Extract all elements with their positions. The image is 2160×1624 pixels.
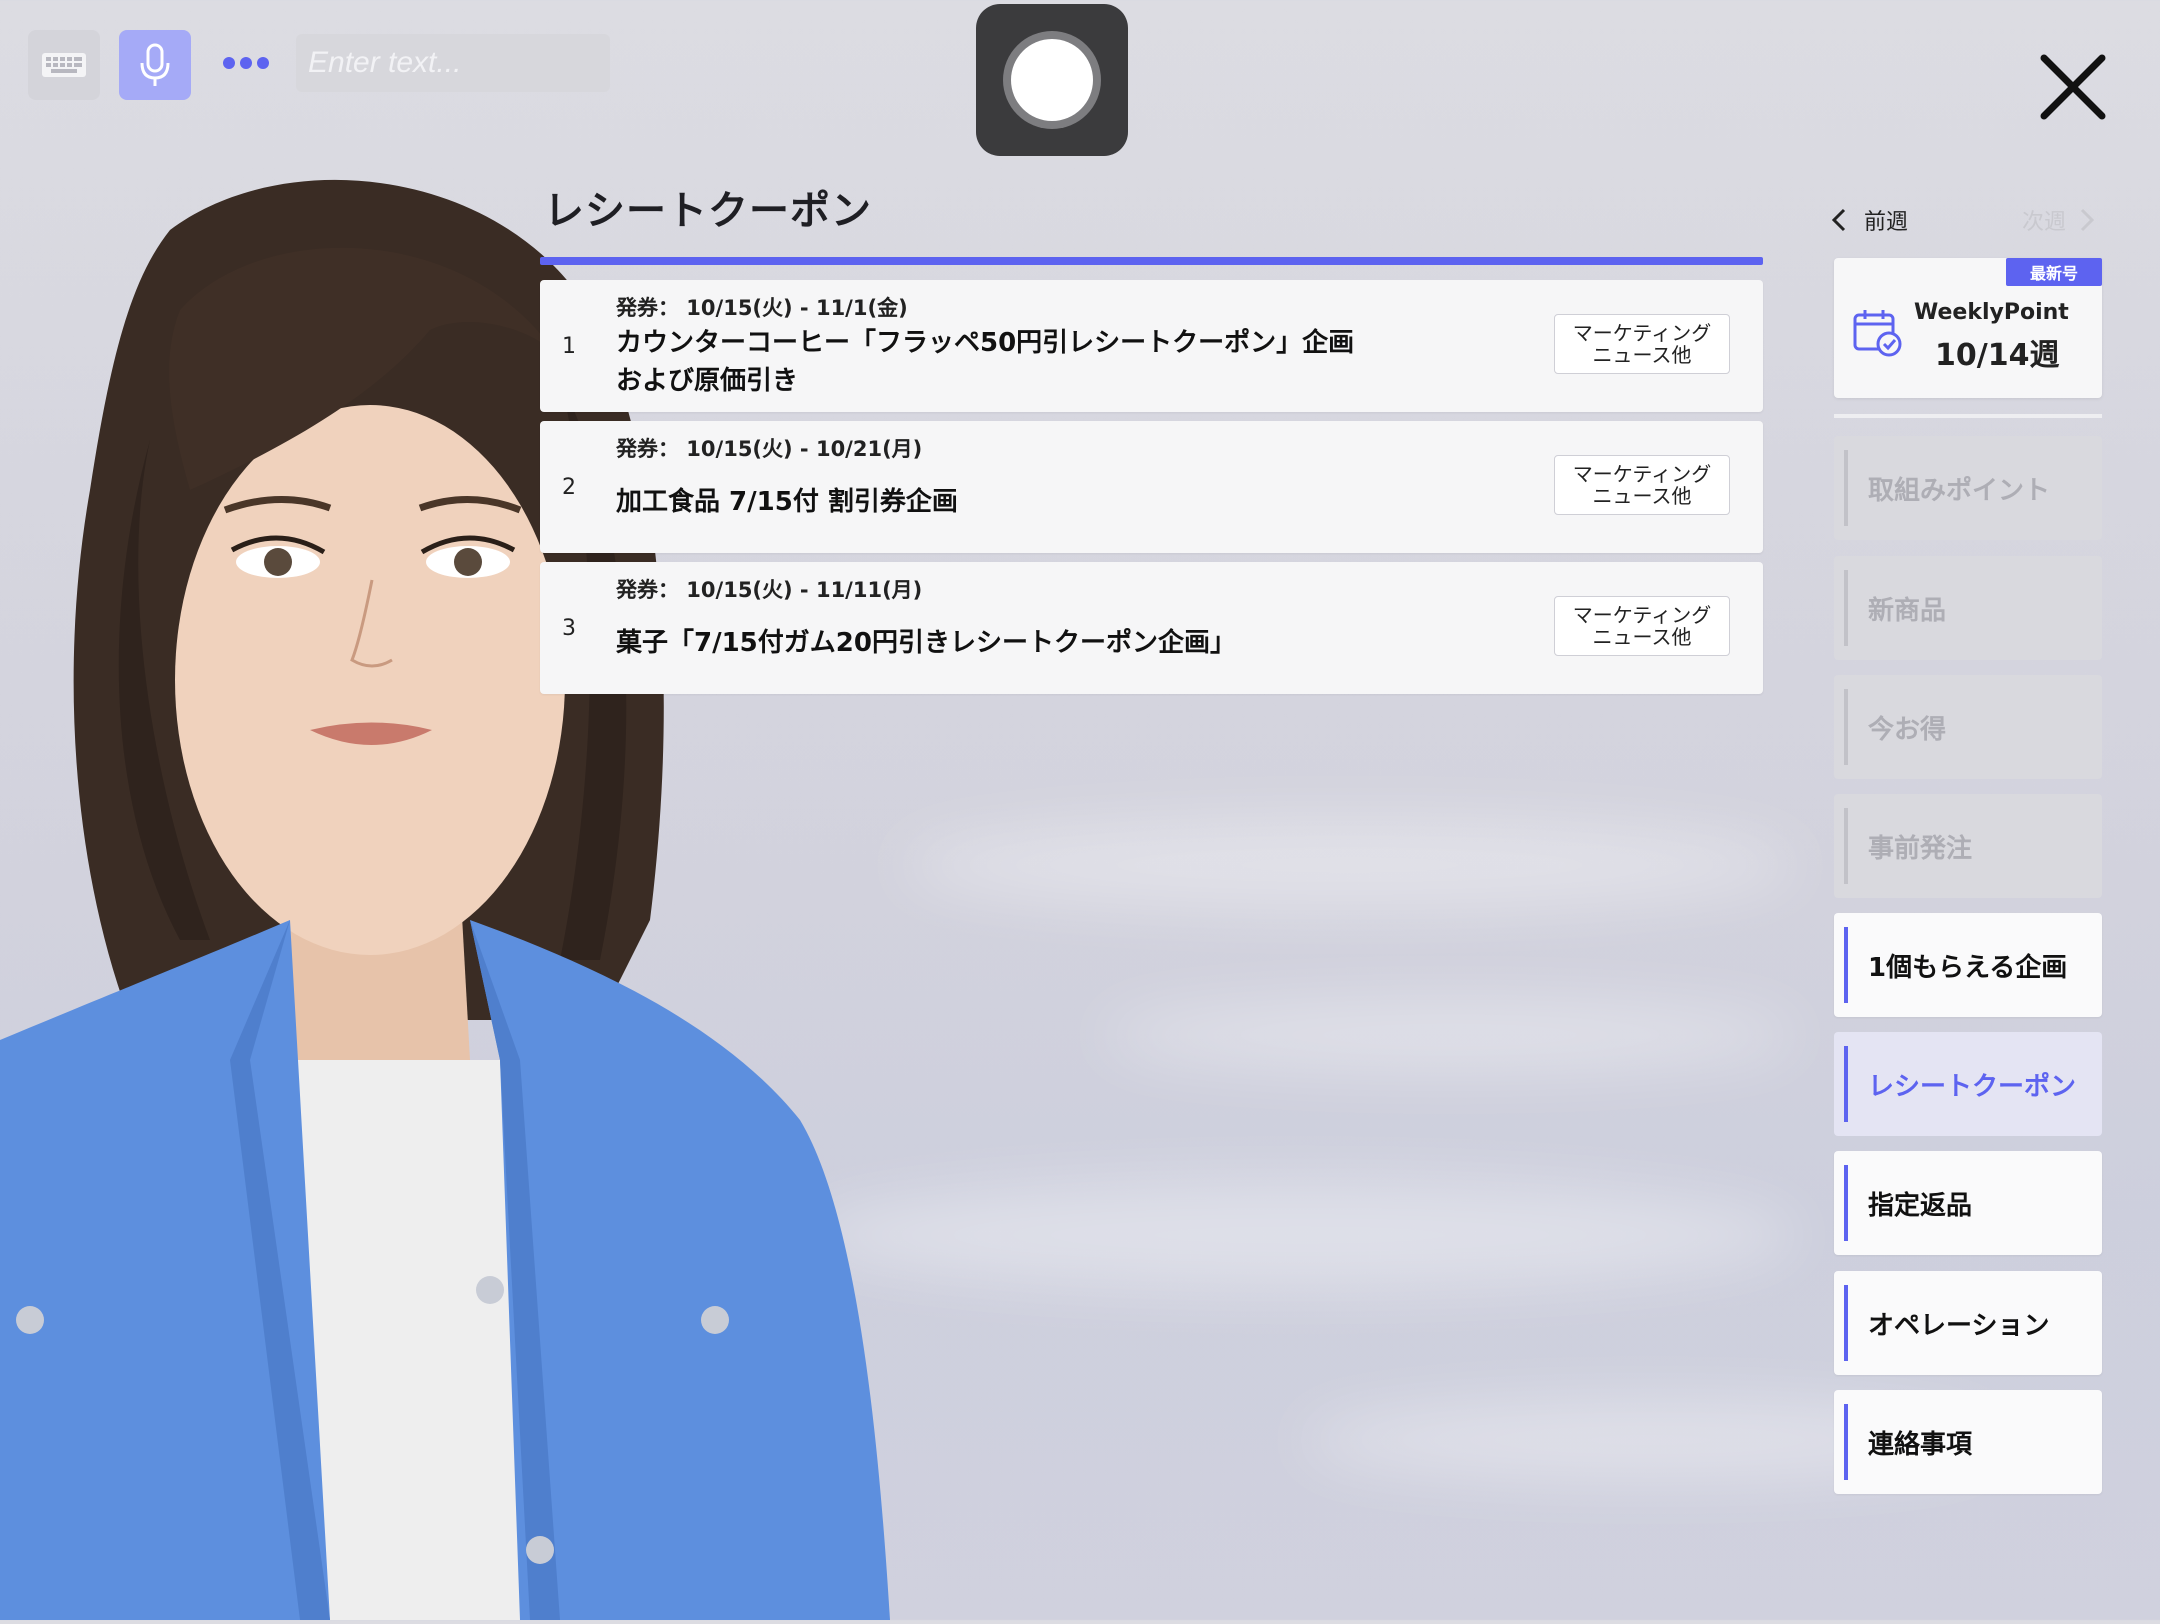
close-icon [2040, 54, 2106, 120]
chevron-right-icon [2080, 208, 2095, 232]
record-icon [1011, 39, 1093, 121]
next-week-label: 次週 [2022, 210, 2067, 235]
issue-name: WeeklyPoint [1914, 300, 2069, 325]
weekly-issue-card[interactable]: 最新号 WeeklyPoint 10/14週 [1834, 258, 2102, 398]
sidebar-item-pre-order[interactable]: 事前発注 [1834, 794, 2102, 898]
coupon-list: 1 発券： 10/15(火) - 11/1(金) カウンターコーヒー「フラッペ5… [540, 280, 1763, 703]
sidebar-item-get-one-free[interactable]: 1個もらえる企画 [1834, 913, 2102, 1017]
week-navigation: 前週 次週 [1832, 204, 2102, 238]
coupon-number: 2 [562, 474, 576, 500]
sidebar-item-new-products[interactable]: 新商品 [1834, 556, 2102, 660]
more-options-button[interactable] [218, 40, 274, 86]
calendar-check-icon [1853, 310, 1902, 357]
close-button[interactable] [2036, 50, 2110, 124]
more-dots-icon [223, 57, 269, 69]
sidebar-item-deals[interactable]: 今お得 [1834, 675, 2102, 779]
issue-divider [1834, 414, 2102, 418]
microphone-icon [140, 43, 170, 86]
coupon-number: 1 [562, 333, 576, 359]
coupon-date: 発券： 10/15(火) - 10/21(月) [616, 437, 923, 461]
sidebar-item-operation[interactable]: オペレーション [1834, 1271, 2102, 1375]
sidebar-item-notices[interactable]: 連絡事項 [1834, 1390, 2102, 1494]
prev-week-button[interactable]: 前週 [1832, 204, 1908, 236]
sidebar-item-designated-returns[interactable]: 指定返品 [1834, 1151, 2102, 1255]
prev-week-label: 前週 [1864, 210, 1909, 235]
microphone-button[interactable] [119, 30, 191, 100]
coupon-row[interactable]: 2 発券： 10/15(火) - 10/21(月) 加工食品 7/15付 割引券… [540, 421, 1763, 553]
title-underline [540, 257, 1763, 265]
coupon-title: 菓子「7/15付ガム20円引きレシートクーポン企画」 [616, 628, 1236, 658]
coupon-row[interactable]: 3 発券： 10/15(火) - 11/11(月) 菓子「7/15付ガム20円引… [540, 562, 1763, 694]
record-button[interactable] [976, 4, 1128, 156]
coupon-number: 3 [562, 615, 576, 641]
page-title: レシートクーポン [544, 188, 872, 234]
keyboard-button[interactable] [28, 30, 100, 100]
coupon-source-tag[interactable]: マーケティング ニュース他 [1554, 596, 1730, 656]
coupon-date: 発券： 10/15(火) - 11/1(金) [616, 296, 908, 320]
issue-week: 10/14週 [1935, 338, 2060, 373]
coupon-title: 加工食品 7/15付 割引券企画 [616, 487, 958, 517]
coupon-title: カウンターコーヒー「フラッペ50円引レシートクーポン」企画 および原価引き [616, 328, 1355, 396]
sidebar-item-torikumi-point[interactable]: 取組みポイント [1834, 436, 2102, 540]
chevron-left-icon [1832, 208, 1846, 232]
keyboard-icon [42, 53, 86, 77]
latest-issue-badge: 最新号 [2006, 258, 2102, 286]
coupon-source-tag[interactable]: マーケティング ニュース他 [1554, 455, 1730, 515]
coupon-date: 発券： 10/15(火) - 11/11(月) [616, 578, 923, 602]
sidebar-item-receipt-coupon[interactable]: レシートクーポン [1834, 1032, 2102, 1136]
chat-text-input[interactable] [296, 34, 610, 92]
coupon-source-tag[interactable]: マーケティング ニュース他 [1554, 314, 1730, 374]
next-week-button[interactable]: 次週 [2022, 204, 2095, 236]
coupon-row[interactable]: 1 発券： 10/15(火) - 11/1(金) カウンターコーヒー「フラッペ5… [540, 280, 1763, 412]
